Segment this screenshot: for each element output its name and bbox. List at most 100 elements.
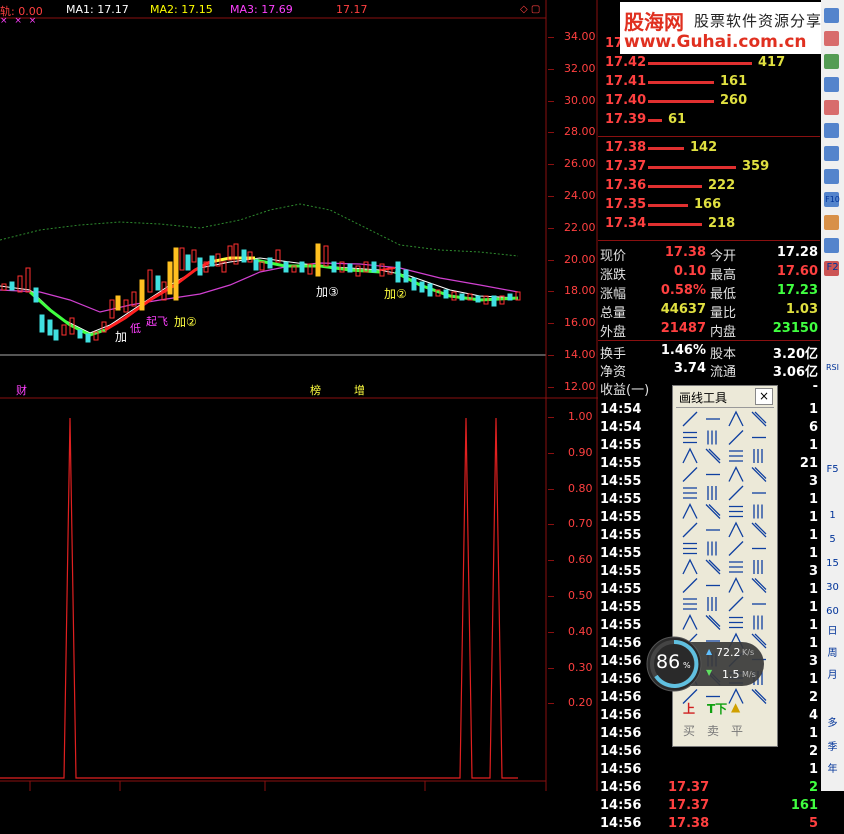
drawing-tool-icon[interactable] <box>728 577 744 593</box>
toolbar-button-季[interactable]: 季 <box>823 738 842 757</box>
toolbar-button-5[interactable]: 5 <box>823 530 842 549</box>
drawing-tool-icon[interactable] <box>705 559 721 575</box>
toolbar-button-日[interactable]: 日 <box>823 622 842 641</box>
buy-order-row[interactable]: 17.34 218 <box>598 216 820 234</box>
drawing-tool-icon[interactable] <box>728 521 744 538</box>
stat-row: 外盘 21487 内盘 23150 <box>598 321 820 340</box>
drawing-tool-icon[interactable] <box>705 448 721 464</box>
candle <box>395 261 401 283</box>
axis-tick <box>548 452 554 454</box>
drawing-tool-icon[interactable] <box>728 485 744 501</box>
buy-order-row[interactable]: 17.38 142 <box>598 140 820 158</box>
drawing-tool-icon[interactable] <box>682 503 698 519</box>
toolbar-function-icon[interactable] <box>824 123 839 138</box>
stat-label: 最低 <box>710 287 737 302</box>
toolbar-button-30[interactable]: 30 <box>823 578 842 597</box>
drawing-tool-icon[interactable] <box>751 467 767 482</box>
drawing-tool-icon[interactable] <box>729 561 743 573</box>
tick-row[interactable]: 14:56 1 <box>598 762 820 780</box>
sell-order-row[interactable]: 17.39 61 <box>598 112 820 130</box>
tool-buy-mark[interactable]: 上 <box>683 700 695 717</box>
tool-sell-mark[interactable]: T下 <box>707 700 727 717</box>
toolbar-button-周[interactable]: 周 <box>823 644 842 663</box>
drawing-tool-icon[interactable] <box>683 598 697 610</box>
toolbar-button-月[interactable]: 月 <box>823 666 842 685</box>
tool-flat-mark-icon[interactable]: ▲ <box>731 700 740 714</box>
drawing-tool-icon[interactable] <box>683 487 697 499</box>
indicator-axis-label: 0.80 <box>568 481 593 495</box>
toolbar-function-icon[interactable] <box>824 31 839 46</box>
drawing-tool-icon[interactable] <box>753 449 763 463</box>
toolbar-function-icon[interactable] <box>824 238 839 253</box>
site-watermark: 股海网 股票软件资源分享 www.Guhai.com.cn <box>620 2 842 54</box>
drawing-tool-icon[interactable] <box>753 504 763 519</box>
network-monitor-widget[interactable]: 86 % ▲ 72.2 K/s ▼ 1.5 M/s <box>646 636 766 692</box>
drawing-tool-icon[interactable] <box>751 578 767 593</box>
toolbar-function-icon[interactable] <box>824 100 839 115</box>
drawing-tool-icon[interactable] <box>683 431 697 444</box>
toolbar-button-1[interactable]: 1 <box>823 506 842 525</box>
window-control-icons[interactable]: ◇ ▢ <box>520 4 544 16</box>
event-increase[interactable]: 增 <box>354 382 365 398</box>
sell-order-row[interactable]: 17.42 417 <box>598 55 820 73</box>
drawing-tool-icon[interactable] <box>682 578 698 593</box>
drawing-tool-icon[interactable] <box>728 596 744 612</box>
drawing-tool-icon[interactable] <box>729 505 743 518</box>
toolbar-button-F2[interactable]: F2 <box>823 258 842 277</box>
drawing-tool-icon[interactable] <box>682 411 698 427</box>
drawing-tool-icon[interactable] <box>707 541 717 556</box>
tick-row[interactable]: 14:56 17.37 2 <box>598 780 820 798</box>
tick-row[interactable]: 14:56 17.37 161 <box>598 798 820 816</box>
drawing-tools-dialog[interactable]: 画线工具 × 上 T下 ▲ 买 卖 平 <box>672 385 778 747</box>
toolbar-button-60[interactable]: 60 <box>823 602 842 621</box>
tick-time: 14:55 <box>600 582 642 597</box>
drawing-tool-icon[interactable] <box>753 615 763 630</box>
close-button[interactable]: × <box>755 388 773 405</box>
main-chart[interactable] <box>0 0 598 791</box>
drawing-tool-icon[interactable] <box>707 597 717 611</box>
toolbar-button-15[interactable]: 15 <box>823 554 842 573</box>
buy-order-row[interactable]: 17.36 222 <box>598 178 820 196</box>
drawing-tool-icon[interactable] <box>682 467 698 482</box>
dialog-titlebar[interactable]: 画线工具 × <box>673 386 777 406</box>
toolbar-function-icon[interactable] <box>824 8 839 23</box>
toolbar-function-icon[interactable] <box>824 77 839 92</box>
drawing-tool-icon[interactable] <box>705 504 721 519</box>
drawing-tool-icon[interactable] <box>707 430 717 445</box>
candle <box>347 263 353 273</box>
drawing-tool-icon[interactable] <box>683 542 697 555</box>
toolbar-function-icon[interactable] <box>824 169 839 184</box>
toolbar-function-icon[interactable] <box>824 54 839 69</box>
drawing-tool-icon[interactable] <box>705 615 721 630</box>
buy-order-row[interactable]: 17.35 166 <box>598 197 820 215</box>
tick-row[interactable]: 14:56 17.38 5 <box>598 816 820 834</box>
buy-order-row[interactable]: 17.37 359 <box>598 159 820 177</box>
drawing-tool-icon[interactable] <box>728 541 744 556</box>
drawing-tool-icon[interactable] <box>728 430 744 445</box>
toolbar-button-F5[interactable]: F5 <box>823 460 842 479</box>
toolbar-button-年[interactable]: 年 <box>823 760 842 779</box>
toolbar-button-多[interactable]: 多 <box>823 714 842 733</box>
drawing-tool-icon[interactable] <box>729 616 743 629</box>
drawing-tool-icon[interactable] <box>682 614 698 630</box>
sell-order-row[interactable]: 17.40 260 <box>598 93 820 111</box>
drawing-tool-icon[interactable] <box>682 447 698 464</box>
toolbar-function-icon[interactable] <box>824 146 839 161</box>
event-finance[interactable]: 财 <box>16 382 27 398</box>
drawing-tool-icon[interactable] <box>707 486 717 500</box>
event-list[interactable]: 榜 <box>310 382 321 398</box>
drawing-tool-icon[interactable] <box>682 558 698 575</box>
drawing-tool-icon[interactable] <box>751 411 767 427</box>
sell-order-row[interactable]: 17.41 161 <box>598 74 820 92</box>
toolbar-function-icon[interactable] <box>824 215 839 230</box>
tick-time: 14:56 <box>600 636 642 651</box>
drawing-tool-icon[interactable] <box>728 410 744 427</box>
drawing-tool-icon[interactable] <box>753 560 763 574</box>
drawing-tool-icon[interactable] <box>751 522 767 538</box>
drawing-tool-icon[interactable] <box>729 450 743 462</box>
drawing-tool-icon[interactable] <box>728 466 744 482</box>
drawing-tool-icon[interactable] <box>682 522 698 538</box>
stat-value: 1.46% <box>660 343 706 358</box>
toolbar-button-F10[interactable]: F10 <box>823 190 842 209</box>
toolbar-button-RSI[interactable]: RSI <box>823 358 842 377</box>
